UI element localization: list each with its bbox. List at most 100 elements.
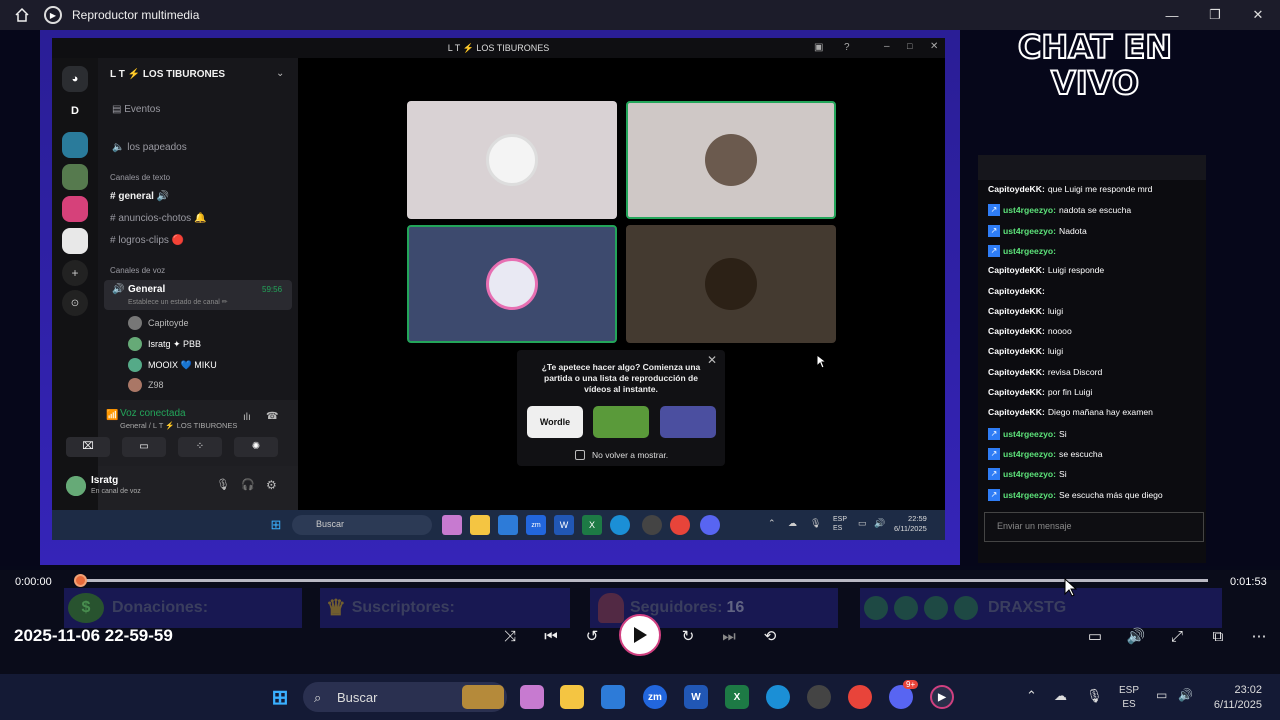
store-icon[interactable] bbox=[601, 685, 625, 709]
chat-username[interactable]: CapitoydeKK: bbox=[988, 367, 1045, 377]
windows-start-icon[interactable]: ⊞ bbox=[266, 515, 286, 535]
chat-username[interactable]: ust4rgeezyo: bbox=[1003, 490, 1056, 500]
inbox-icon[interactable]: ▣ bbox=[814, 42, 823, 53]
media-player-taskbar-icon[interactable]: ▶ bbox=[930, 685, 954, 709]
excel-icon[interactable]: X bbox=[582, 515, 602, 535]
chat-username[interactable]: CapitoydeKK: bbox=[988, 326, 1045, 336]
text-channels-header[interactable]: Canales de texto bbox=[110, 173, 170, 182]
events-item[interactable]: ▤ Eventos bbox=[112, 104, 160, 115]
zoom-icon[interactable]: zm bbox=[526, 515, 546, 535]
volume-icon[interactable]: 🔊 bbox=[874, 518, 885, 529]
network-icon[interactable]: ▭ bbox=[858, 518, 867, 529]
voice-user[interactable]: Capitoyde bbox=[128, 316, 189, 330]
cloud-icon[interactable]: ☁ bbox=[1054, 688, 1067, 704]
voice-channels-header[interactable]: Canales de voz bbox=[110, 266, 165, 275]
chat-message-input[interactable]: Enviar un mensaje bbox=[984, 512, 1204, 542]
call-tile[interactable] bbox=[626, 225, 836, 343]
shuffle-icon[interactable]: ⤨ bbox=[498, 624, 522, 648]
obs-icon[interactable] bbox=[642, 515, 662, 535]
chat-username[interactable]: ust4rgeezyo: bbox=[1003, 205, 1056, 215]
tray-chevron-icon[interactable]: ⌃ bbox=[1026, 688, 1037, 704]
activities-button[interactable]: ⁘ bbox=[178, 437, 222, 457]
user-name[interactable]: Isratg bbox=[91, 475, 118, 486]
chat-username[interactable]: ust4rgeezyo: bbox=[1003, 246, 1056, 256]
network-icon[interactable]: ▭ bbox=[1156, 688, 1167, 702]
screen-share-button[interactable]: ▭ bbox=[122, 437, 166, 457]
inner-search-box[interactable]: Buscar bbox=[292, 515, 432, 535]
disconnect-icon[interactable]: ☎ bbox=[266, 411, 278, 422]
previous-icon[interactable]: ⏮ bbox=[539, 624, 563, 648]
chat-username[interactable]: CapitoydeKK: bbox=[988, 407, 1045, 417]
close-button[interactable]: ✕ bbox=[1236, 0, 1280, 30]
more-options-icon[interactable]: ⋯ bbox=[1247, 624, 1271, 648]
no-show-checkbox[interactable] bbox=[575, 450, 585, 460]
seek-thumb[interactable] bbox=[74, 574, 87, 587]
chat-username[interactable]: ust4rgeezyo: bbox=[1003, 449, 1056, 459]
chat-username[interactable]: ust4rgeezyo: bbox=[1003, 469, 1056, 479]
miniplayer-icon[interactable]: ⧉ bbox=[1206, 624, 1230, 648]
rewind-10-icon[interactable]: ↺ bbox=[580, 624, 604, 648]
mic-tray-icon[interactable]: 🎙 bbox=[810, 518, 821, 529]
soundboard-button[interactable]: ✺ bbox=[234, 437, 278, 457]
copilot-icon[interactable] bbox=[520, 685, 544, 709]
windows-start-icon[interactable]: ⊞ bbox=[268, 685, 292, 709]
microphone-icon[interactable]: 🎙 bbox=[216, 478, 230, 491]
store-icon[interactable] bbox=[498, 515, 518, 535]
text-channel-general[interactable]: # general 🔊 bbox=[110, 191, 169, 202]
chat-username[interactable]: CapitoydeKK: bbox=[988, 387, 1045, 397]
discord-minimize-icon[interactable]: – bbox=[884, 41, 890, 52]
file-explorer-icon[interactable] bbox=[470, 515, 490, 535]
word-icon[interactable]: W bbox=[684, 685, 708, 709]
server-icon-3[interactable] bbox=[62, 196, 88, 222]
edge-icon[interactable] bbox=[766, 685, 790, 709]
voice-user[interactable]: Isratg ✦ PBB bbox=[128, 337, 201, 351]
soundboard-icon[interactable]: ılı bbox=[243, 412, 251, 423]
popup-close-icon[interactable]: ✕ bbox=[707, 353, 717, 367]
user-avatar[interactable] bbox=[66, 476, 86, 496]
voice-channel-top[interactable]: 🔈 los papeados bbox=[112, 142, 187, 153]
chat-username[interactable]: ust4rgeezyo: bbox=[1003, 429, 1056, 439]
chevron-down-icon[interactable]: ⌄ bbox=[276, 68, 284, 79]
chat-username[interactable]: CapitoydeKK: bbox=[988, 184, 1045, 194]
server-name[interactable]: L T ⚡ LOS TIBURONES bbox=[110, 69, 225, 80]
discord-icon[interactable] bbox=[700, 515, 720, 535]
edge-icon[interactable] bbox=[610, 515, 630, 535]
file-explorer-icon[interactable] bbox=[560, 685, 584, 709]
discord-home-icon[interactable]: ◕ bbox=[62, 66, 88, 92]
explore-icon[interactable]: ⊙ bbox=[62, 290, 88, 316]
voice-user[interactable]: MOOIX 💙 MIKU bbox=[128, 358, 217, 372]
activity-game-2[interactable] bbox=[593, 406, 649, 438]
seek-bar[interactable] bbox=[80, 579, 1208, 582]
copilot-icon[interactable] bbox=[442, 515, 462, 535]
settings-icon[interactable]: ⚙ bbox=[266, 478, 277, 492]
volume-tray-icon[interactable]: 🔊 bbox=[1178, 688, 1193, 702]
repeat-off-icon[interactable]: ⟲ bbox=[758, 624, 782, 648]
excel-icon[interactable]: X bbox=[725, 685, 749, 709]
discord-maximize-icon[interactable]: □ bbox=[907, 41, 912, 51]
chat-username[interactable]: CapitoydeKK: bbox=[988, 306, 1045, 316]
tray-chevron-icon[interactable]: ⌃ bbox=[768, 518, 776, 529]
mic-tray-icon[interactable]: 🎙 bbox=[1086, 688, 1103, 704]
minimize-button[interactable]: — bbox=[1150, 0, 1194, 30]
activity-game-3[interactable] bbox=[660, 406, 716, 438]
activity-wordle[interactable]: Wordle bbox=[527, 406, 583, 438]
word-icon[interactable]: W bbox=[554, 515, 574, 535]
server-icon-4[interactable] bbox=[62, 228, 88, 254]
voice-user[interactable]: Z98 bbox=[128, 378, 164, 392]
chat-username[interactable]: CapitoydeKK: bbox=[988, 265, 1045, 275]
obs-icon[interactable] bbox=[807, 685, 831, 709]
chat-username[interactable]: ust4rgeezyo: bbox=[1003, 226, 1056, 236]
chat-username[interactable]: CapitoydeKK: bbox=[988, 286, 1045, 296]
text-channel-logros[interactable]: # logros-clips 🔴 bbox=[110, 235, 184, 246]
call-tile[interactable] bbox=[407, 101, 617, 219]
zoom-icon[interactable]: zm bbox=[643, 685, 667, 709]
home-icon[interactable] bbox=[0, 0, 44, 30]
cloud-icon[interactable]: ☁ bbox=[788, 518, 797, 529]
language-indicator[interactable]: ESP ES bbox=[1119, 684, 1139, 712]
call-tile[interactable] bbox=[626, 101, 836, 219]
chrome-icon[interactable] bbox=[848, 685, 872, 709]
inner-clock[interactable]: 22:59 6/11/2025 bbox=[894, 514, 927, 534]
next-icon[interactable]: ⏭ bbox=[717, 624, 741, 648]
text-channel-anuncios[interactable]: # anuncios-chotos 🔔 bbox=[110, 213, 206, 224]
server-initial[interactable]: D bbox=[62, 98, 88, 124]
